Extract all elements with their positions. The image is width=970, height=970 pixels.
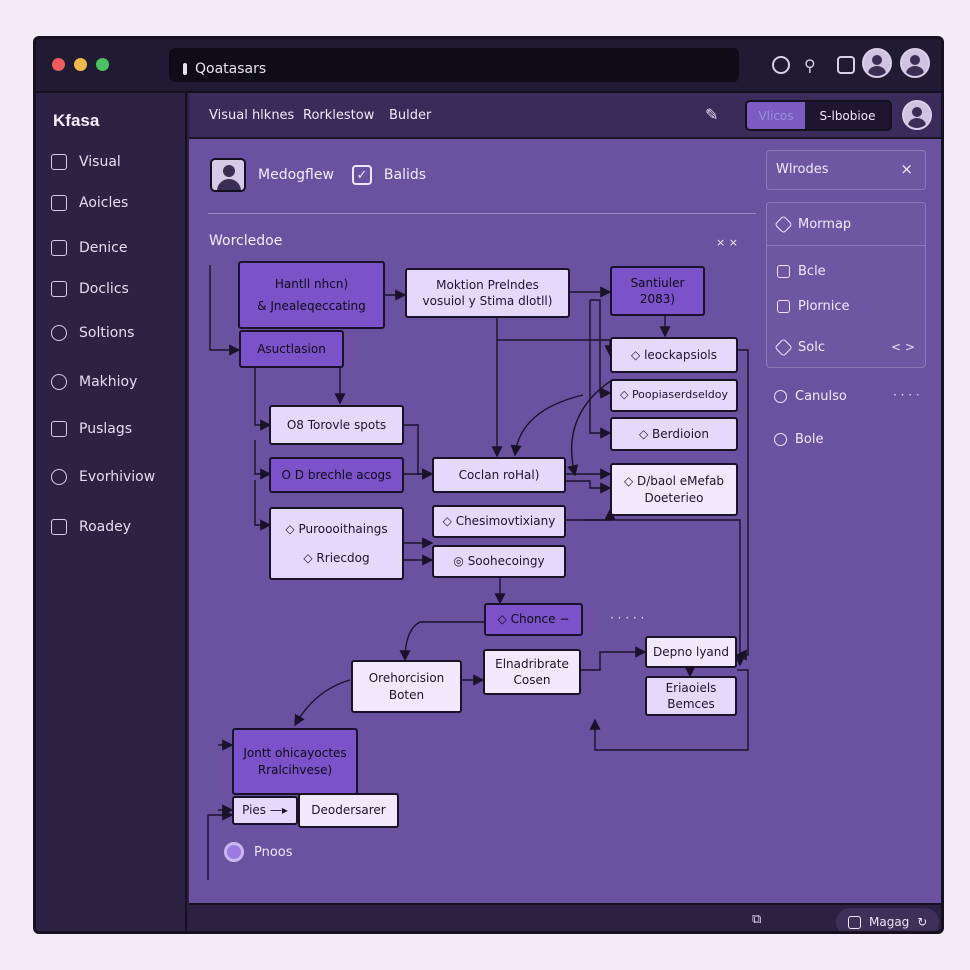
canvas-header: Medogflew ✓ Balids xyxy=(210,158,426,192)
panel-divider xyxy=(767,245,925,246)
sidebar-item-doclics[interactable]: Doclics xyxy=(51,275,129,303)
doc-icon xyxy=(848,915,861,929)
crumb-rorklestow[interactable]: Rorklestow xyxy=(303,108,374,123)
brand-logo: Kfasa xyxy=(53,111,100,130)
check-icon[interactable]: ✓ xyxy=(351,165,372,185)
panel-item-solc[interactable]: Solc xyxy=(774,338,825,357)
docs-icon xyxy=(51,281,67,297)
panel-title: Wlrodes xyxy=(776,162,829,177)
panel-header: Wlrodes × xyxy=(766,150,926,190)
maximize-window-button[interactable] xyxy=(96,58,109,71)
node-asuctlasion[interactable]: Asuctlasion xyxy=(239,330,344,368)
sidebar-item-soltions[interactable]: Soltions xyxy=(51,319,134,347)
node-pies[interactable]: Pies —▸ xyxy=(232,796,298,825)
link-icon[interactable]: ⧉ xyxy=(752,912,761,927)
more-options-icon[interactable]: · · · · xyxy=(893,388,920,402)
top-navigation: Visual hlknes Rorklestow Bulder ✎ Vlicos… xyxy=(189,93,941,139)
address-bar[interactable]: Qoatasars xyxy=(169,48,739,82)
refresh-icon[interactable] xyxy=(772,56,790,74)
node-elnadribrate-cosen[interactable]: Elnadribrate Cosen xyxy=(483,649,581,695)
ellipsis-connector: · · · · · xyxy=(610,611,645,625)
sidebar-item-puslags[interactable]: Puslags xyxy=(51,415,132,443)
node-chonce[interactable]: ◇ Chonce − xyxy=(484,603,583,636)
ready-icon xyxy=(51,519,67,535)
node-santiuler[interactable]: Santiuler 2083) xyxy=(610,266,705,316)
toggle-vlicos[interactable]: Vlicos xyxy=(747,102,805,129)
address-text: Qoatasars xyxy=(195,61,267,77)
panel-close-icon[interactable]: × xyxy=(900,160,913,178)
sidebar-item-roadey[interactable]: Roadey xyxy=(51,513,131,541)
articles-icon xyxy=(51,195,67,211)
solutions-icon xyxy=(51,325,67,341)
node-poopiaserdseldoy[interactable]: ◇ Poopiaserdseldoy xyxy=(610,379,738,412)
status-pill[interactable]: Magag ↻ xyxy=(836,908,939,931)
node-chesimovtixiany[interactable]: ◇ Chesimovtixiany xyxy=(432,505,566,538)
flow-title: Medogflew xyxy=(258,167,334,183)
edit-pencil-icon[interactable]: ✎ xyxy=(705,105,718,124)
node-berdioion[interactable]: ◇ Berdioion xyxy=(610,417,738,451)
node-leockapsiols[interactable]: ◇ leockapsiols xyxy=(610,337,738,373)
builds-label[interactable]: Balids xyxy=(384,167,426,183)
minimize-window-button[interactable] xyxy=(74,58,87,71)
panel-item-canulso[interactable]: Canulso xyxy=(774,389,847,404)
sidebar: Kfasa Visual Aoicles Denice Doclics Solt… xyxy=(36,93,187,931)
node-brechle-acogs[interactable]: O D brechle acogs xyxy=(269,457,404,493)
pencil-icon xyxy=(774,338,793,357)
solc-arrows-icon[interactable]: < > xyxy=(891,340,915,354)
node-jontt-ohicayoctes[interactable]: Jontt ohicayoctes Rralcihvese) xyxy=(232,728,358,795)
node-moktion-prelndes[interactable]: Moktion Prelndes vosuiol y Stima dlotll) xyxy=(405,268,570,318)
node-deodersarer[interactable]: Deodersarer xyxy=(298,793,399,828)
node-eriaoiels-bemces[interactable]: Eriaoiels Bemces xyxy=(645,676,737,716)
clock-icon xyxy=(774,433,787,446)
section-close-icon[interactable]: × × xyxy=(716,236,738,249)
node-coclan-rohal[interactable]: Coclan roHal) xyxy=(432,457,566,493)
status-bar: ⧉ Magag ↻ xyxy=(189,903,941,931)
node-puroooithaings[interactable]: ◇ Puroooithaings ◇ Rriecdog xyxy=(269,507,404,580)
flow-avatar xyxy=(210,158,246,192)
footer-item-pnoos[interactable]: Pnoos xyxy=(224,842,293,862)
sidebar-item-visual[interactable]: Visual xyxy=(51,148,121,176)
panel-item-bole[interactable]: Bole xyxy=(774,432,823,447)
node-hantll-nhcn[interactable]: Hantll nhcn) & Jnealeqeccating xyxy=(238,261,385,329)
view-toggle[interactable]: Vlicos S-lbobioe xyxy=(745,100,892,131)
panel-item-bcle[interactable]: Bcle xyxy=(777,264,826,279)
profile-avatar[interactable] xyxy=(900,48,930,78)
toggle-s-lbobioe[interactable]: S-lbobioe xyxy=(805,102,890,129)
node-soohecoingy[interactable]: ◎ Soohecoingy xyxy=(432,545,566,578)
section-title: Worcledoe xyxy=(209,233,283,249)
node-torovle-spots[interactable]: O8 Torovle spots xyxy=(269,405,404,445)
user-avatar[interactable] xyxy=(862,48,892,78)
node-dbaol-emefab[interactable]: ◇ D/baol eMefab Doeterieo xyxy=(610,463,738,516)
sidebar-item-aoicles[interactable]: Aoicles xyxy=(51,189,128,217)
close-window-button[interactable] xyxy=(52,58,65,71)
panel-item-mormap[interactable]: Mormap xyxy=(774,215,851,234)
crumb-visual-hlknes[interactable]: Visual hlknes xyxy=(209,108,294,123)
node-depno-lyand[interactable]: Depno lyand xyxy=(645,636,737,668)
window-icon[interactable] xyxy=(837,56,855,74)
sidebar-item-evorhiviow[interactable]: Evorhiviow xyxy=(51,463,155,491)
image-icon xyxy=(777,300,790,313)
nav-avatar[interactable] xyxy=(902,100,932,130)
panel-item-plornice[interactable]: Plornice xyxy=(777,299,850,314)
overview-icon xyxy=(51,469,67,485)
header-divider xyxy=(208,213,756,214)
compass-icon xyxy=(51,374,67,390)
diamond-icon xyxy=(774,215,793,234)
node-orehorcision-boten[interactable]: Orehorcision Boten xyxy=(351,660,462,713)
link-chain-icon xyxy=(774,390,787,403)
visual-icon xyxy=(51,154,67,170)
crumb-bulder[interactable]: Bulder xyxy=(389,108,431,123)
packages-icon xyxy=(51,421,67,437)
refresh-small-icon[interactable]: ↻ xyxy=(917,915,927,929)
sidebar-item-makhioy[interactable]: Makhioy xyxy=(51,368,137,396)
device-icon xyxy=(51,240,67,256)
file-icon xyxy=(777,265,790,278)
share-icon[interactable]: ⚲ xyxy=(804,56,822,75)
circle-icon xyxy=(224,842,244,862)
sidebar-item-denice[interactable]: Denice xyxy=(51,234,127,262)
title-bar: Qoatasars ⚲ xyxy=(36,39,941,93)
lock-icon xyxy=(183,63,187,75)
